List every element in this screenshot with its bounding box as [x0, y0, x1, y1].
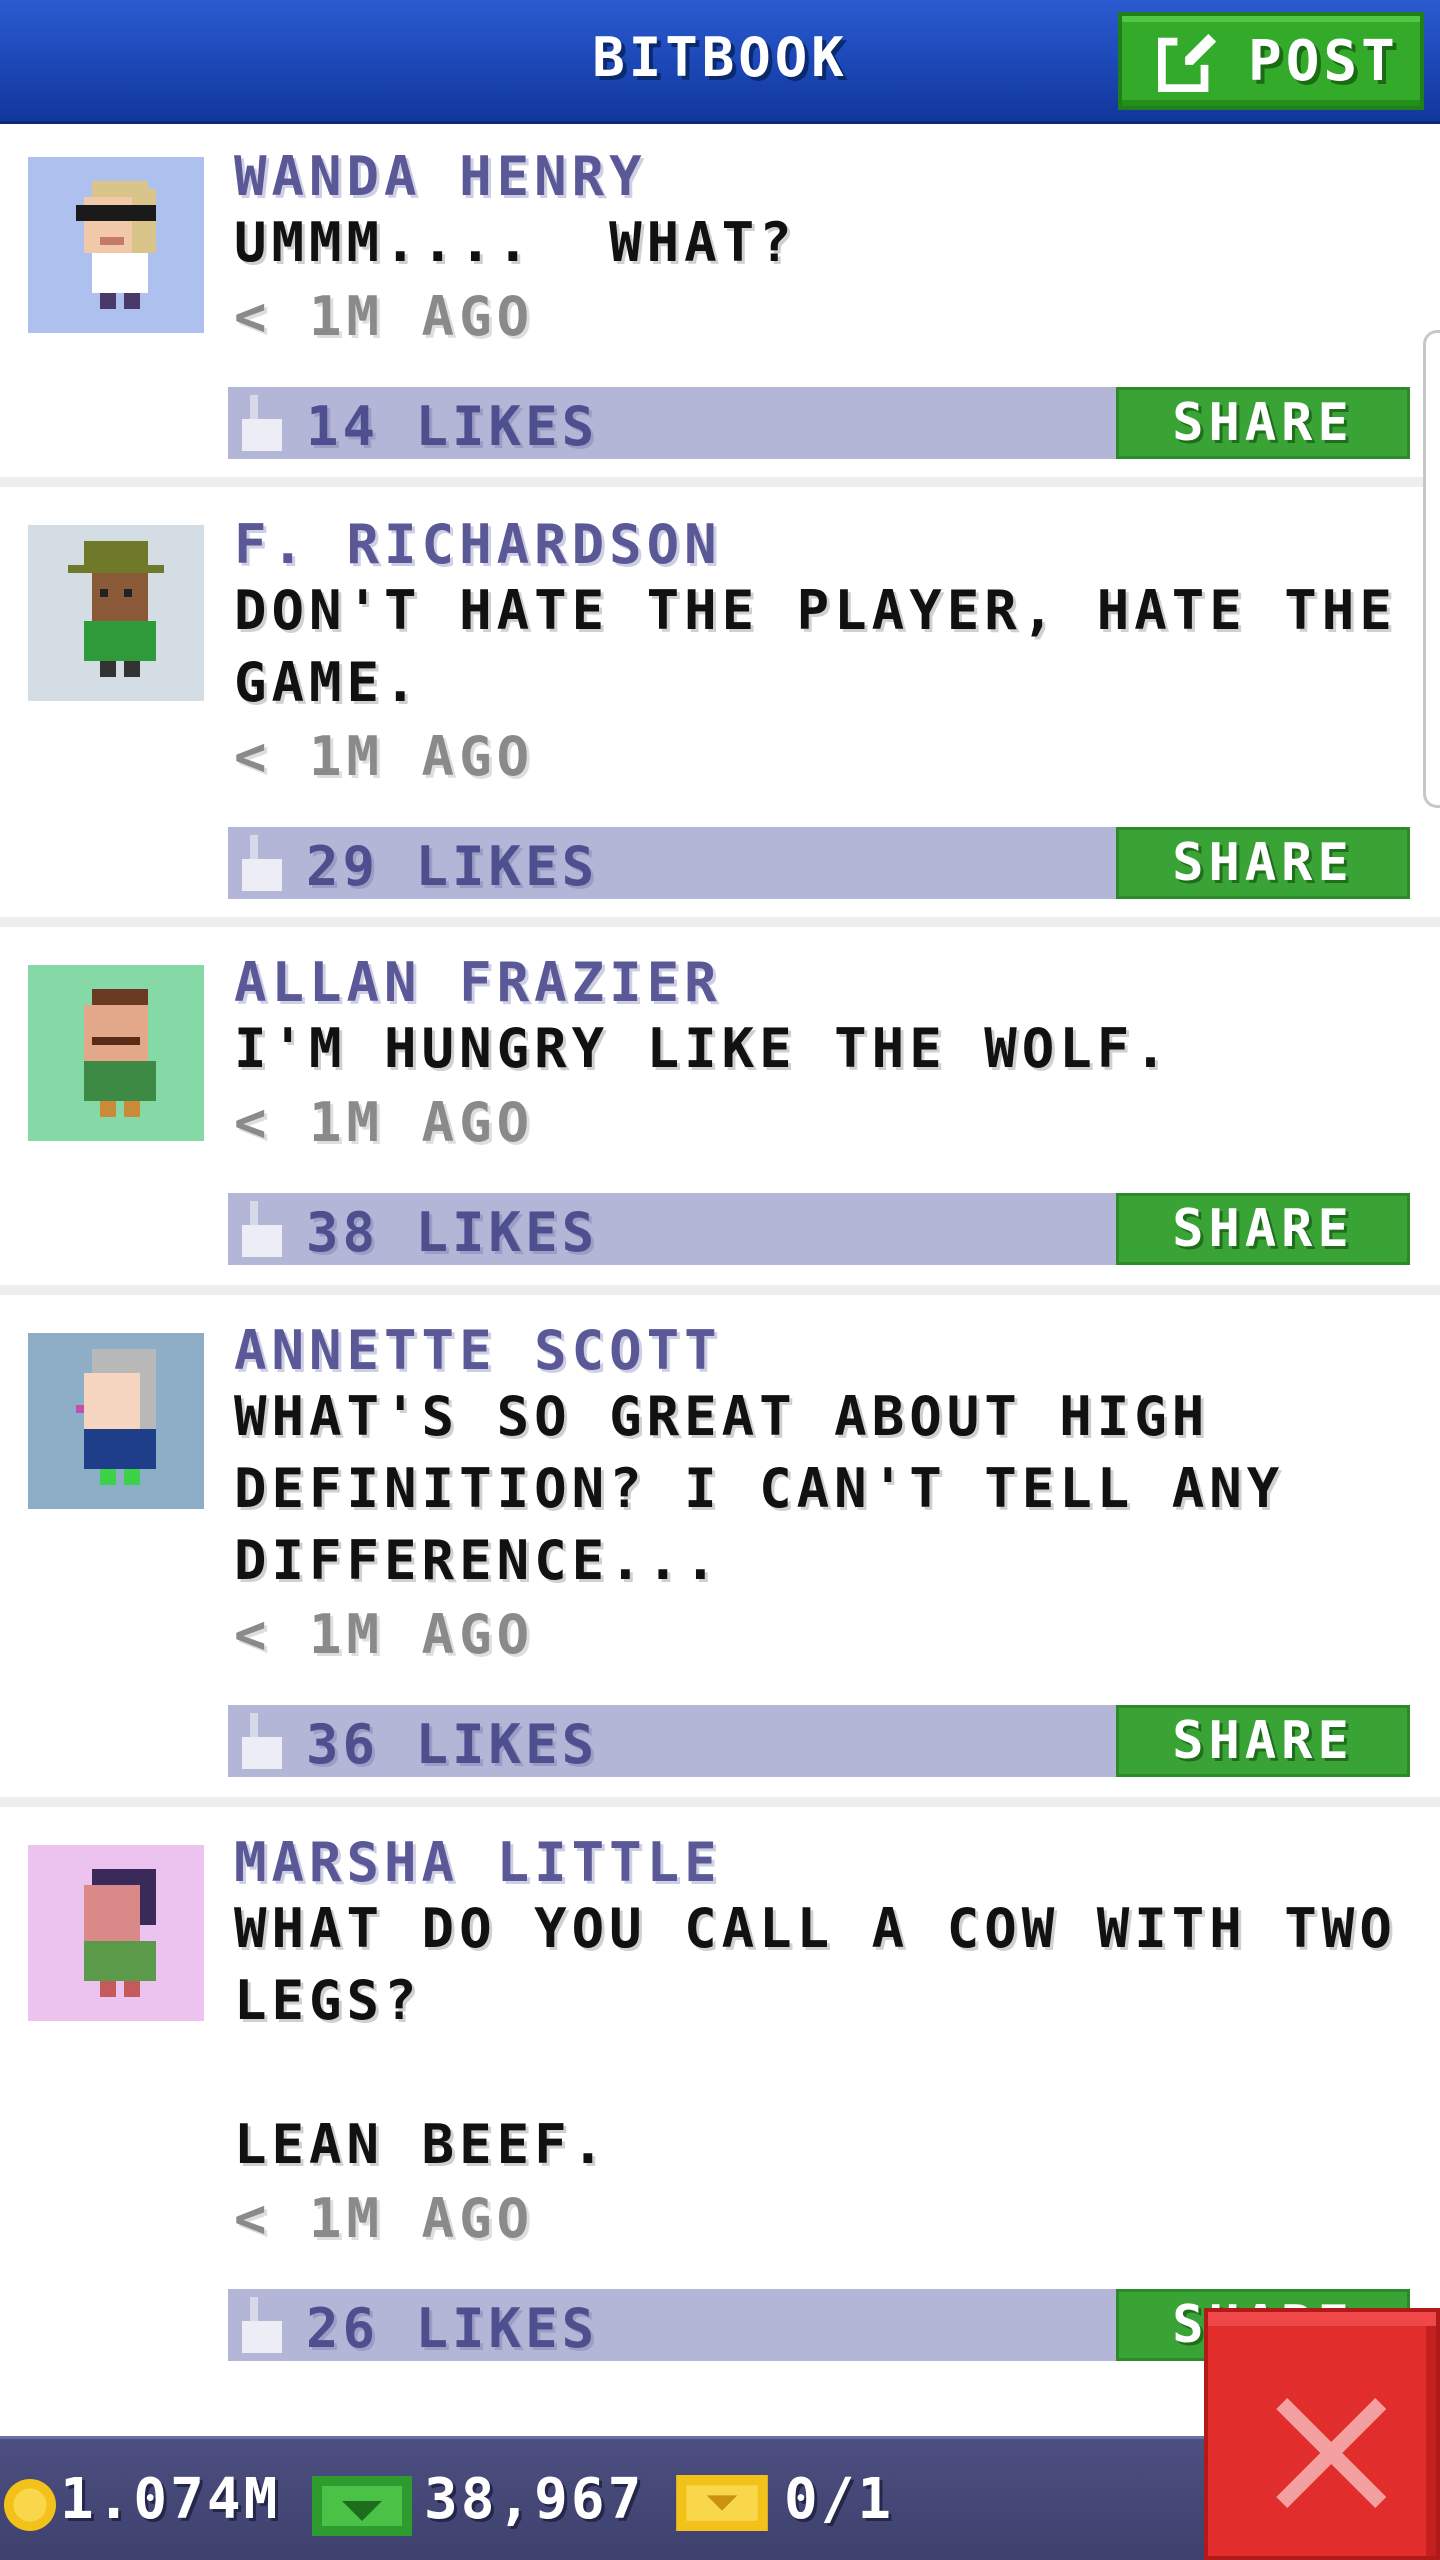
ticket-icon	[676, 2475, 768, 2531]
thumbs-up-icon	[242, 395, 282, 451]
scrollbar[interactable]	[1423, 330, 1440, 808]
bitbook-screen: BITBOOK POST WANDA HENRY UMMM.... WHAT? …	[0, 0, 1440, 2560]
post-message: WHAT'S SO GREAT ABOUT HIGH DEFINITION? I…	[234, 1385, 1285, 1592]
post-author[interactable]: WANDA HENRY	[234, 145, 647, 208]
share-button[interactable]: SHARE	[1116, 827, 1410, 899]
like-count[interactable]: 26 LIKES	[306, 2297, 598, 2360]
thumbs-up-icon	[242, 1713, 282, 1769]
avatar[interactable]	[28, 157, 204, 333]
like-count[interactable]: 36 LIKES	[306, 1713, 598, 1776]
post-time: < 1M AGO	[234, 725, 535, 788]
edit-icon	[1158, 30, 1220, 92]
thumbs-up-icon	[242, 2297, 282, 2353]
post-author[interactable]: ANNETTE SCOTT	[234, 1319, 722, 1382]
header-bar: BITBOOK POST	[0, 0, 1440, 124]
feed-post: ALLAN FRAZIER I'M HUNGRY LIKE THE WOLF. …	[0, 927, 1440, 1295]
post-time: < 1M AGO	[234, 1091, 535, 1154]
ticket-count: 0/1	[784, 2467, 895, 2532]
like-bar: 14 LIKES SHARE	[228, 387, 1410, 459]
close-icon	[1276, 2398, 1386, 2508]
coin-count: 1.074M	[60, 2467, 281, 2532]
post-message: I'M HUNGRY LIKE THE WOLF.	[234, 1017, 1172, 1080]
post-author[interactable]: MARSHA LITTLE	[234, 1831, 722, 1894]
bux-count: 38,967	[424, 2467, 645, 2532]
post-time: < 1M AGO	[234, 285, 535, 348]
post-button-label: POST	[1248, 28, 1399, 94]
avatar[interactable]	[28, 525, 204, 701]
post-message: WHAT DO YOU CALL A COW WITH TWO LEGS? LE…	[234, 1897, 1397, 2176]
post-message: UMMM.... WHAT?	[234, 211, 797, 274]
thumbs-up-icon	[242, 1201, 282, 1257]
share-button[interactable]: SHARE	[1116, 387, 1410, 459]
like-count[interactable]: 14 LIKES	[306, 395, 598, 458]
post-time: < 1M AGO	[234, 1603, 535, 1666]
post-author[interactable]: ALLAN FRAZIER	[234, 951, 722, 1014]
coin-icon	[4, 2479, 56, 2531]
share-button[interactable]: SHARE	[1116, 1705, 1410, 1777]
like-bar: 36 LIKES SHARE	[228, 1705, 1410, 1777]
post-author[interactable]: F. RICHARDSON	[234, 513, 722, 576]
like-count[interactable]: 29 LIKES	[306, 835, 598, 898]
post-time: < 1M AGO	[234, 2187, 535, 2250]
like-bar: 38 LIKES SHARE	[228, 1193, 1410, 1265]
like-count[interactable]: 38 LIKES	[306, 1201, 598, 1264]
avatar[interactable]	[28, 1333, 204, 1509]
bux-icon	[312, 2476, 412, 2536]
like-bar: 29 LIKES SHARE	[228, 827, 1410, 899]
close-button[interactable]	[1204, 2308, 1440, 2560]
post-button[interactable]: POST	[1118, 12, 1424, 110]
avatar[interactable]	[28, 1845, 204, 2021]
share-button[interactable]: SHARE	[1116, 1193, 1410, 1265]
feed-post: ANNETTE SCOTT WHAT'S SO GREAT ABOUT HIGH…	[0, 1295, 1440, 1807]
thumbs-up-icon	[242, 835, 282, 891]
feed-post: F. RICHARDSON DON'T HATE THE PLAYER, HAT…	[0, 487, 1440, 927]
post-message: DON'T HATE THE PLAYER, HATE THE GAME.	[234, 579, 1397, 714]
avatar[interactable]	[28, 965, 204, 1141]
feed-post: WANDA HENRY UMMM.... WHAT? < 1M AGO 14 L…	[0, 127, 1440, 487]
